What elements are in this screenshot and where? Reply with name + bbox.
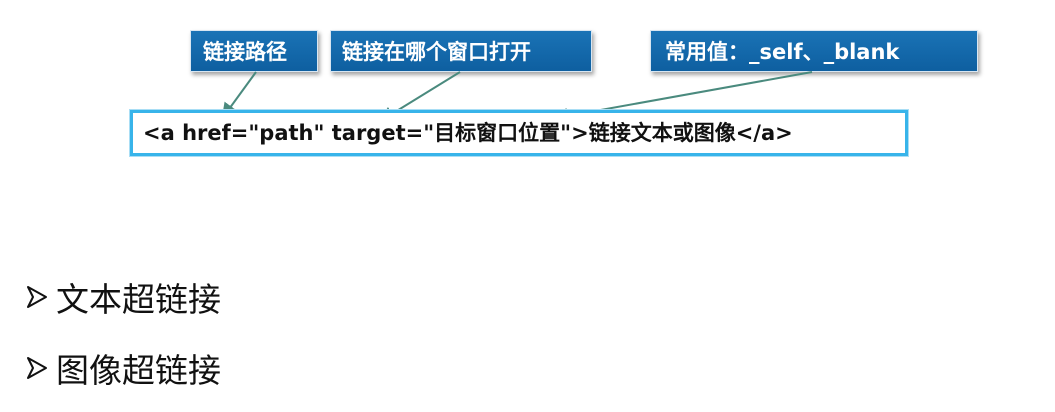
bullet-image-link-label: 图像超链接 <box>56 351 221 390</box>
arrow-bullet-icon <box>27 286 47 308</box>
list-item-image-link: 图像超链接 <box>26 346 221 390</box>
list-item-text-link: 文本超链接 <box>26 275 221 319</box>
callout-link-target: 链接在哪个窗口打开 <box>330 30 592 72</box>
html-anchor-syntax: <a href="path" target="目标窗口位置">链接文本或图像</… <box>130 110 908 156</box>
callout-common-values: 常用值：_self、_blank <box>650 30 978 72</box>
callout-link-path: 链接路径 <box>190 30 318 72</box>
bullet-text-link-label: 文本超链接 <box>56 280 221 319</box>
arrow-bullet-icon <box>27 357 47 379</box>
